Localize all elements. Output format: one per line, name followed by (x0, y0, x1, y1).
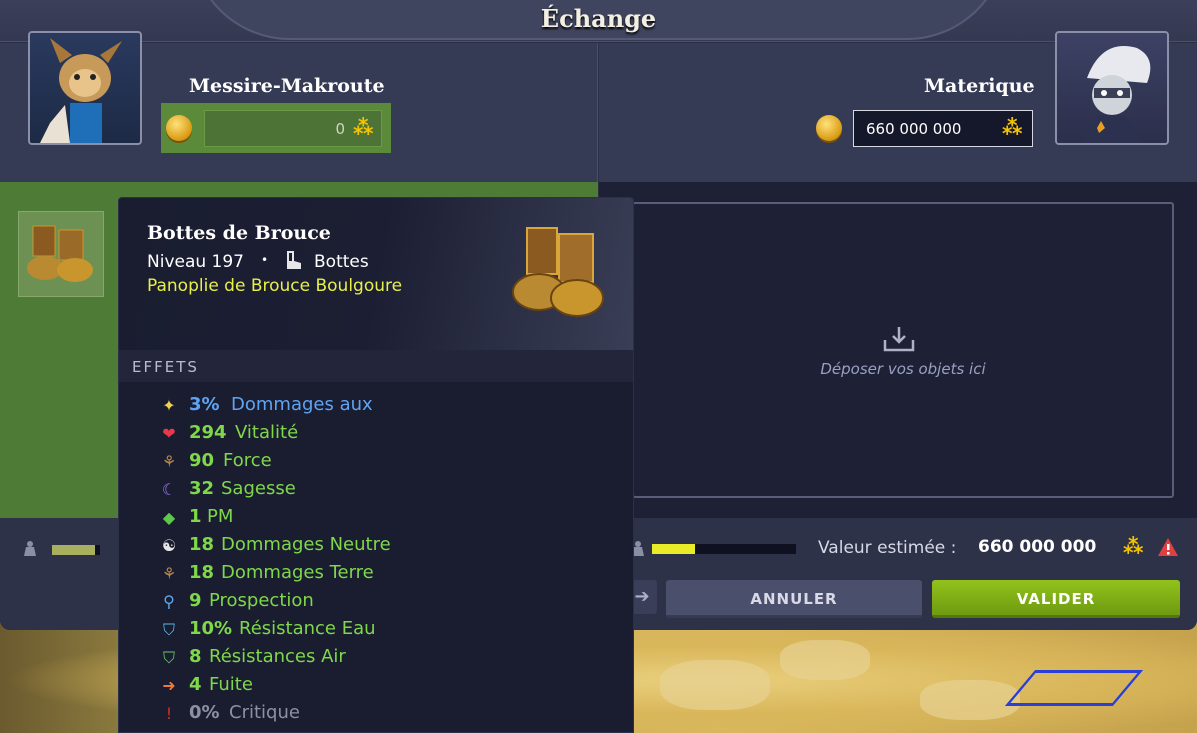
left-weight-fill (52, 545, 96, 555)
item-slot-boots[interactable] (18, 211, 104, 297)
window-title: Échange (540, 4, 657, 33)
effect-label: Résistances Air (209, 646, 346, 667)
coin-icon (166, 115, 192, 141)
item-type: Bottes (314, 252, 369, 272)
exclamation-icon: ! (165, 704, 173, 723)
weight-icon (24, 541, 36, 556)
item-set-link[interactable]: Panoplie de Brouce Boulgoure (147, 276, 402, 296)
earth-icon: ⚘ (161, 452, 177, 471)
magnifier-icon: ⚲ (163, 592, 175, 611)
earth-icon: ⚘ (161, 564, 177, 583)
effects-section-title: EFFETS (119, 350, 633, 382)
kama-icon: ⁂ (1002, 115, 1023, 139)
effect-value: 0% (189, 702, 220, 723)
shield-water-icon: ⛉ (162, 620, 175, 639)
left-weight-bar (52, 545, 100, 555)
boot-icon (287, 251, 301, 269)
effect-value: 32 (189, 478, 215, 499)
effect-value: 3% (189, 394, 220, 415)
item-name: Bottes de Brouce (147, 222, 331, 244)
right-weight-bar (652, 544, 796, 554)
boots-item-image (512, 227, 604, 317)
escape-icon: ➜ (162, 676, 176, 695)
effect-value: 10% (189, 618, 233, 639)
effect-value: 9 (189, 590, 202, 611)
right-player-avatar (1055, 31, 1169, 145)
effect-label: Dommages Terre (221, 562, 374, 583)
heart-icon: ❤ (162, 424, 176, 443)
kama-icon: ⁂ (353, 115, 374, 139)
star-icon: ✦ (162, 396, 176, 415)
left-player-avatar (28, 31, 142, 145)
effect-value: 1 (189, 506, 202, 527)
validate-button[interactable]: VALIDER (932, 580, 1180, 618)
effect-label: Dommages aux (231, 394, 373, 415)
right-player-name: Materique (924, 75, 1035, 97)
effect-value: 4 (189, 674, 202, 695)
effect-value: 294 (189, 422, 227, 443)
item-level: Niveau 197 (147, 252, 245, 272)
cancel-button[interactable]: ANNULER (666, 580, 922, 618)
effect-label: Sagesse (221, 478, 296, 499)
yin-yang-icon: ☯ (161, 536, 177, 555)
selected-cell[interactable] (1004, 670, 1144, 706)
effect-value: 18 (189, 534, 215, 555)
effect-label: PM (207, 506, 234, 527)
effect-label: Critique (229, 702, 300, 723)
effect-label: Dommages Neutre (221, 534, 391, 555)
effect-label: Fuite (209, 674, 253, 695)
shield-air-icon: ⛉ (162, 648, 175, 667)
effect-label: Résistance Eau (239, 618, 376, 639)
effect-label: Vitalité (235, 422, 299, 443)
effect-value: 90 (189, 450, 215, 471)
estimate-label: Valeur estimée : (818, 538, 957, 558)
diamond-icon: ◆ (162, 508, 176, 527)
effect-value: 18 (189, 562, 215, 583)
effect-label: Force (223, 450, 272, 471)
warning-icon[interactable] (1157, 537, 1179, 557)
effect-label: Prospection (209, 590, 314, 611)
item-tooltip: Bottes de Brouce Niveau 197 • Bottes Pan… (118, 197, 634, 733)
left-player-name: Messire-Makroute (189, 75, 385, 97)
moon-icon: ☾ (161, 480, 177, 499)
drop-zone-text: Déposer vos objets ici (820, 360, 986, 378)
estimate-value: 660 000 000 (978, 537, 1097, 557)
coin-icon (816, 115, 842, 141)
download-icon (883, 327, 915, 352)
kama-icon: ⁂ (1123, 534, 1144, 558)
separator-dot: • (261, 253, 269, 267)
right-weight-fill (652, 544, 696, 554)
title-bar: Échange (0, 0, 1197, 42)
effect-value: 8 (189, 646, 202, 667)
